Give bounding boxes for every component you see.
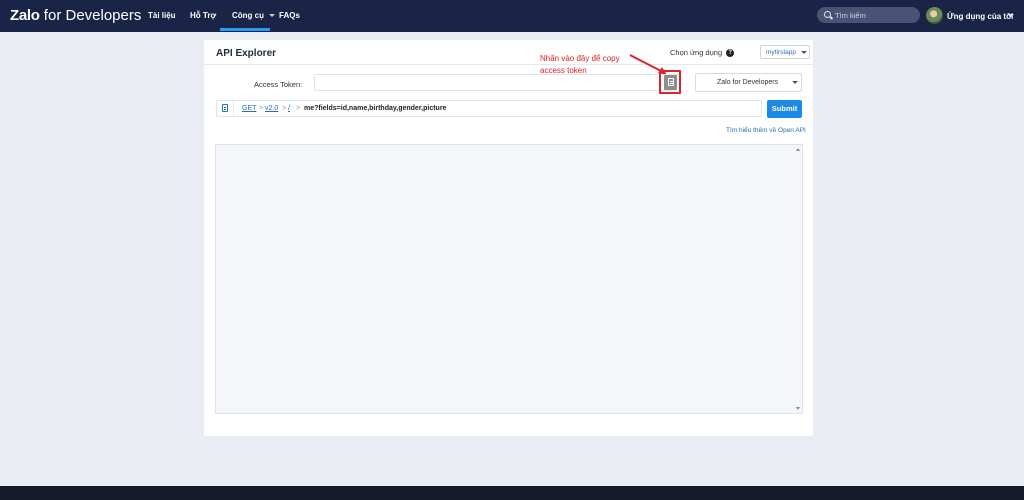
search-box[interactable]: Tìm kiếm [817,7,920,23]
brand-logo[interactable]: Zalo for Developers [10,7,141,24]
root-path-link[interactable]: / [288,105,290,112]
search-icon [824,11,831,18]
path-separator: > [296,105,301,112]
nav-support[interactable]: Hỗ Trợ [190,11,216,20]
docs-button[interactable] [217,101,234,116]
scroll-down-icon[interactable] [796,407,800,410]
query-input[interactable]: me?fields=id,name,birthday,gender,pictur… [304,105,446,112]
brand-logo-secondary: for Developers [39,7,142,24]
help-icon[interactable]: ? [726,49,735,58]
response-output[interactable] [215,144,803,414]
copy-token-button[interactable] [664,75,677,90]
copy-icon [668,78,674,86]
search-placeholder: Tìm kiếm [835,11,866,20]
my-apps-menu[interactable]: Ứng dụng của tôi [947,12,1013,21]
chevron-down-icon[interactable] [1008,14,1014,17]
chevron-down-icon [269,14,275,18]
copy-button-highlight [659,70,681,94]
open-api-link[interactable]: Tìm hiểu thêm về Open API [726,127,806,134]
api-explorer-card: API Explorer Chọn ứng dụng? myfirstapp N… [204,40,813,436]
nav-docs[interactable]: Tài liệu [148,11,176,20]
version-link[interactable]: v2.0 [265,105,278,112]
app-select-label: Chọn ứng dụng? [670,48,735,58]
brand-logo-primary: Zalo [10,7,40,24]
chevron-down-icon [792,81,798,84]
access-token-label: Access Token: [254,80,303,89]
api-path-bar[interactable]: GET > v2.0 > / > me?fields=id,name,birth… [216,100,762,117]
nav-active-indicator [220,28,270,31]
method-link[interactable]: GET [242,105,256,112]
page-footer [0,486,1024,500]
nav-tools[interactable]: Công cụ [232,11,275,20]
header-divider [204,64,813,65]
nav-faqs[interactable]: FAQs [279,11,300,20]
app-select-label-text: Chọn ứng dụng [670,48,723,57]
app-select[interactable]: myfirstapp [760,45,810,59]
submit-button[interactable]: Submit [767,100,802,118]
avatar[interactable] [926,7,943,24]
scroll-up-icon[interactable] [796,148,800,151]
path-separator: > [282,105,287,112]
sdk-select-value: Zalo for Developers [717,79,779,86]
chevron-down-icon [801,51,807,54]
document-icon [222,104,228,112]
sdk-select[interactable]: Zalo for Developers [695,73,802,92]
nav-tools-label: Công cụ [232,11,264,20]
page-title: API Explorer [216,48,277,59]
access-token-input[interactable] [314,74,680,91]
path-separator: > [259,105,264,112]
top-navbar: Zalo for Developers Tài liệu Hỗ Trợ Công… [0,0,1024,32]
app-select-value: myfirstapp [766,49,796,56]
